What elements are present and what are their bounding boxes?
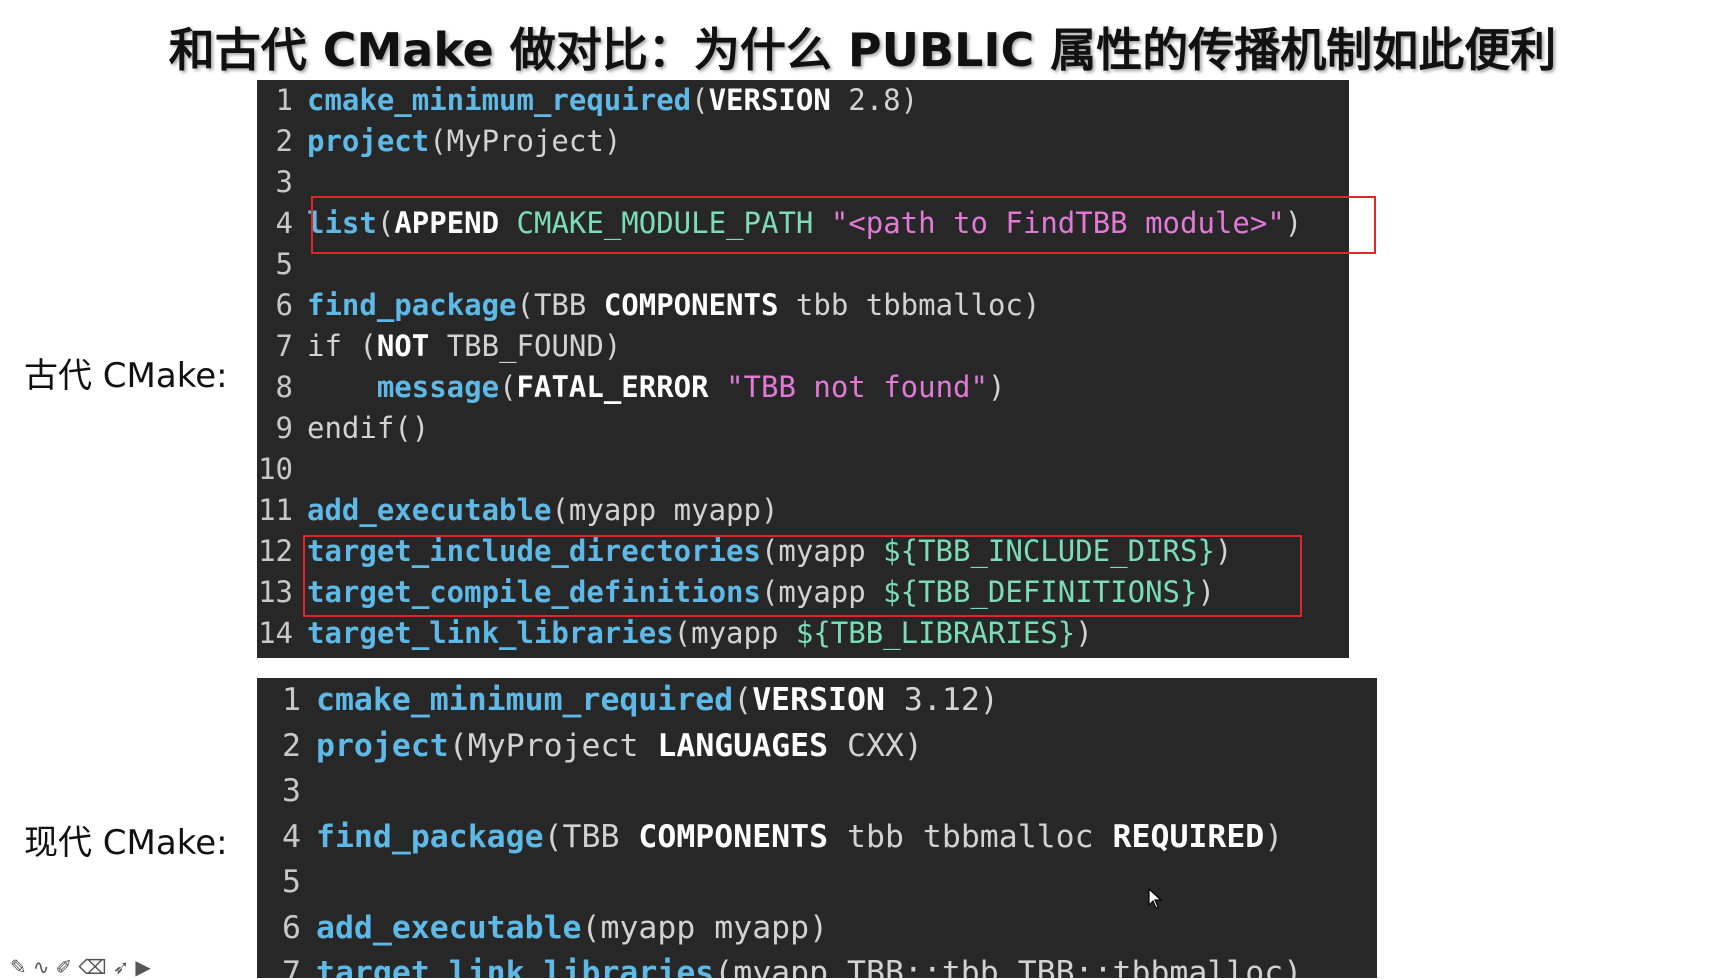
- code-token: if (: [307, 329, 377, 363]
- code-token: "TBB not found": [726, 370, 988, 404]
- line-number: 3: [275, 165, 293, 199]
- code-token: tbb tbbmalloc): [778, 288, 1041, 322]
- code-token: COMPONENTS: [603, 288, 779, 322]
- mouse-cursor-icon: [1148, 888, 1163, 909]
- code-token: cmake_minimum_required: [316, 682, 734, 718]
- code-token: LANGUAGES: [657, 727, 829, 764]
- line-number: 4: [282, 818, 301, 855]
- code-line: 1 cmake_minimum_required(VERSION 2.8): [257, 80, 919, 121]
- code-token: (MyProject): [429, 124, 622, 158]
- line-number: 6: [275, 288, 293, 322]
- code-token: REQUIRED: [1112, 818, 1265, 855]
- code-token: message: [376, 370, 500, 404]
- highlighter-icon[interactable]: ✐: [56, 955, 73, 979]
- code-token: project: [307, 124, 430, 158]
- line-number: 7: [275, 329, 293, 363]
- code-token: ): [1264, 818, 1284, 855]
- code-line: 3: [257, 769, 316, 814]
- pen-icon[interactable]: ✎: [10, 955, 27, 979]
- code-line: 6 find_package(TBB COMPONENTS tbb tbbmall…: [257, 285, 1041, 326]
- code-token: target_link_libraries: [307, 616, 674, 650]
- code-token: (: [691, 83, 709, 117]
- code-line: 11 add_executable(myapp myapp): [257, 490, 778, 531]
- code-token: (MyProject: [448, 727, 658, 764]
- code-token: project: [316, 727, 449, 764]
- code-token: add_executable: [316, 909, 582, 946]
- code-token: CXX): [828, 727, 923, 764]
- line-number: 5: [275, 247, 293, 281]
- code-line: 3: [257, 162, 307, 203]
- code-token: tbb tbbmalloc: [828, 818, 1113, 855]
- code-token: ): [1075, 616, 1093, 650]
- modern-cmake-code-block: 1 cmake_minimum_required(VERSION 3.12) 2 pr…: [257, 678, 1377, 978]
- code-line: 2 project(MyProject): [257, 121, 622, 162]
- code-token: FATAL_ERROR: [516, 370, 709, 404]
- line-number: 3: [282, 773, 301, 809]
- code-token: find_package: [316, 818, 544, 855]
- line-number: 6: [282, 909, 301, 946]
- code-line: 8 message(FATAL_ERROR "TBB not found"): [257, 367, 1006, 408]
- code-line: 5: [257, 244, 307, 285]
- code-token: find_package: [307, 288, 517, 322]
- code-token: (TBB: [516, 288, 604, 322]
- code-line: 4 find_package(TBB COMPONENTS tbb tbbmall…: [257, 815, 1283, 860]
- code-line: 2 project(MyProject LANGUAGES CXX): [257, 724, 923, 769]
- code-line: 1 cmake_minimum_required(VERSION 3.12): [257, 678, 999, 723]
- code-line: 7 if (NOT TBB_FOUND): [257, 326, 622, 367]
- code-line: 7 target_link_libraries(myapp TBB::tbb TB…: [257, 951, 1302, 978]
- highlight-box-include-definitions: [303, 535, 1302, 617]
- line-number: 2: [282, 727, 301, 764]
- code-token: (myapp myapp): [581, 909, 829, 946]
- line-number: 2: [275, 124, 293, 158]
- code-line: 10: [257, 449, 307, 490]
- line-number: 4: [275, 206, 293, 240]
- highlight-box-module-path: [311, 196, 1376, 254]
- code-token: (: [499, 370, 517, 404]
- annotation-toolbar: ✎ ∿ ✐ ⌫ ➶ ▶: [10, 955, 151, 979]
- code-token: (myapp TBB::tbb TBB::tbbmalloc): [714, 955, 1303, 978]
- code-token: (: [733, 682, 753, 718]
- code-token: add_executable: [307, 493, 552, 527]
- code-token: ${TBB_LIBRARIES}: [795, 616, 1076, 650]
- line-number: 10: [258, 452, 293, 486]
- line-number: 8: [275, 370, 293, 404]
- code-token: ): [987, 370, 1006, 404]
- code-token: (TBB: [543, 818, 639, 855]
- line-number: 7: [282, 955, 301, 978]
- code-token: endif(): [307, 411, 430, 445]
- curve-icon[interactable]: ∿: [33, 955, 50, 979]
- code-line: 5: [257, 860, 316, 905]
- line-number: 9: [275, 411, 293, 445]
- line-number: 1: [282, 682, 301, 718]
- code-token: VERSION: [752, 682, 885, 718]
- code-token: 2.8): [830, 83, 919, 117]
- eraser-icon[interactable]: ⌫: [78, 955, 106, 979]
- slide-title: 和古代 CMake 做对比：为什么 PUBLIC 属性的传播机制如此便利: [168, 23, 1557, 77]
- label-old-cmake: 古代 CMake:: [24, 356, 228, 396]
- code-line: 6 add_executable(myapp myapp): [257, 906, 828, 951]
- code-token: (myapp myapp): [551, 493, 779, 527]
- code-token: VERSION: [708, 83, 831, 117]
- code-token: COMPONENTS: [638, 818, 829, 855]
- code-token: 3.12): [884, 682, 999, 718]
- label-modern-cmake: 现代 CMake:: [24, 823, 228, 863]
- camera-icon[interactable]: ▶: [135, 955, 150, 979]
- line-number: 5: [282, 864, 301, 900]
- code-token: cmake_minimum_required: [307, 83, 692, 117]
- line-number: 14: [258, 616, 293, 650]
- line-number: 12: [258, 534, 293, 568]
- code-token: TBB_FOUND): [429, 329, 622, 363]
- code-line: 9 endif(): [257, 408, 430, 449]
- code-token: target_link_libraries: [316, 955, 715, 978]
- line-number: 11: [258, 493, 293, 527]
- pointer-icon[interactable]: ➶: [113, 955, 130, 979]
- line-number: 1: [275, 83, 293, 117]
- code-line: 14 target_link_libraries(myapp ${TBB_LIBR…: [257, 613, 1093, 654]
- code-token: NOT: [376, 329, 430, 363]
- line-number: 13: [258, 575, 293, 609]
- code-token: (myapp: [673, 616, 796, 650]
